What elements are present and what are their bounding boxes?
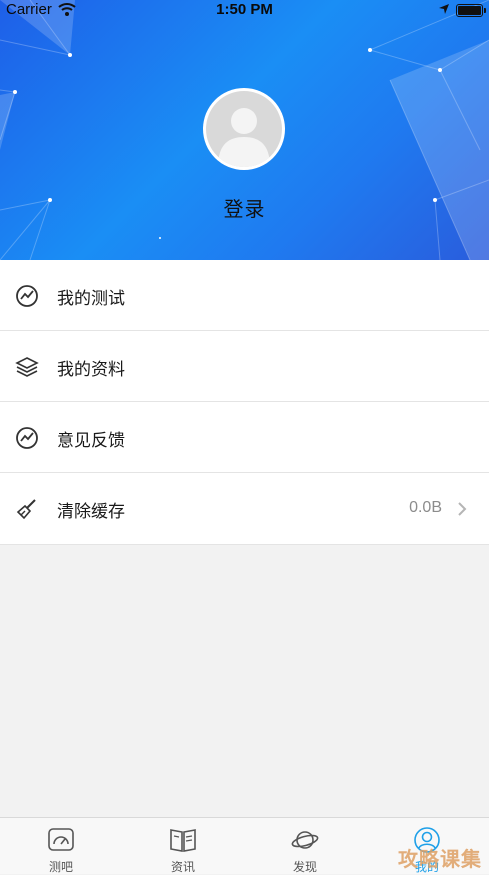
- tab-test[interactable]: 测吧: [0, 818, 122, 875]
- tab-label: 测吧: [48, 860, 73, 874]
- menu-item-my-tests[interactable]: 我的测试: [0, 260, 489, 331]
- settings-menu: 我的测试 我的资料 意见反馈 清除缓存 0.0B: [0, 260, 489, 545]
- menu-item-label: 我的测试: [57, 289, 125, 309]
- tab-label: 发现: [292, 860, 317, 874]
- location-arrow-icon: [439, 4, 449, 14]
- menu-item-clear-cache[interactable]: 清除缓存 0.0B: [0, 473, 489, 545]
- tab-news[interactable]: 资讯: [122, 818, 244, 875]
- trend-chart-icon: [16, 285, 38, 307]
- avatar[interactable]: [203, 88, 285, 170]
- battery-icon: [456, 4, 486, 17]
- tab-discover[interactable]: 发现: [244, 818, 366, 875]
- chevron-right-icon: [458, 502, 467, 516]
- planet-icon: [291, 831, 319, 849]
- cache-size-value: 0.0B: [409, 499, 442, 516]
- menu-item-label: 意见反馈: [57, 431, 125, 451]
- tab-label: 资讯: [170, 860, 195, 874]
- layers-icon: [15, 357, 39, 377]
- menu-item-label: 我的资料: [57, 360, 125, 380]
- menu-item-label: 清除缓存: [57, 502, 125, 522]
- battery-fill: [458, 6, 481, 15]
- default-avatar-icon: [206, 91, 282, 167]
- gauge-icon: [48, 828, 74, 851]
- book-icon: [170, 829, 196, 852]
- menu-item-feedback[interactable]: 意见反馈: [0, 402, 489, 473]
- status-time: 1:50 PM: [216, 1, 273, 18]
- trend-chart-icon: [16, 427, 38, 449]
- watermark: 攻略课集: [398, 847, 482, 871]
- menu-item-my-profile[interactable]: 我的资料: [0, 331, 489, 402]
- status-bar: Carrier 1:50 PM: [0, 0, 489, 20]
- login-link[interactable]: 登录: [0, 193, 489, 222]
- broom-icon: [16, 499, 36, 520]
- profile-header: Carrier 1:50 PM 登录: [0, 0, 489, 260]
